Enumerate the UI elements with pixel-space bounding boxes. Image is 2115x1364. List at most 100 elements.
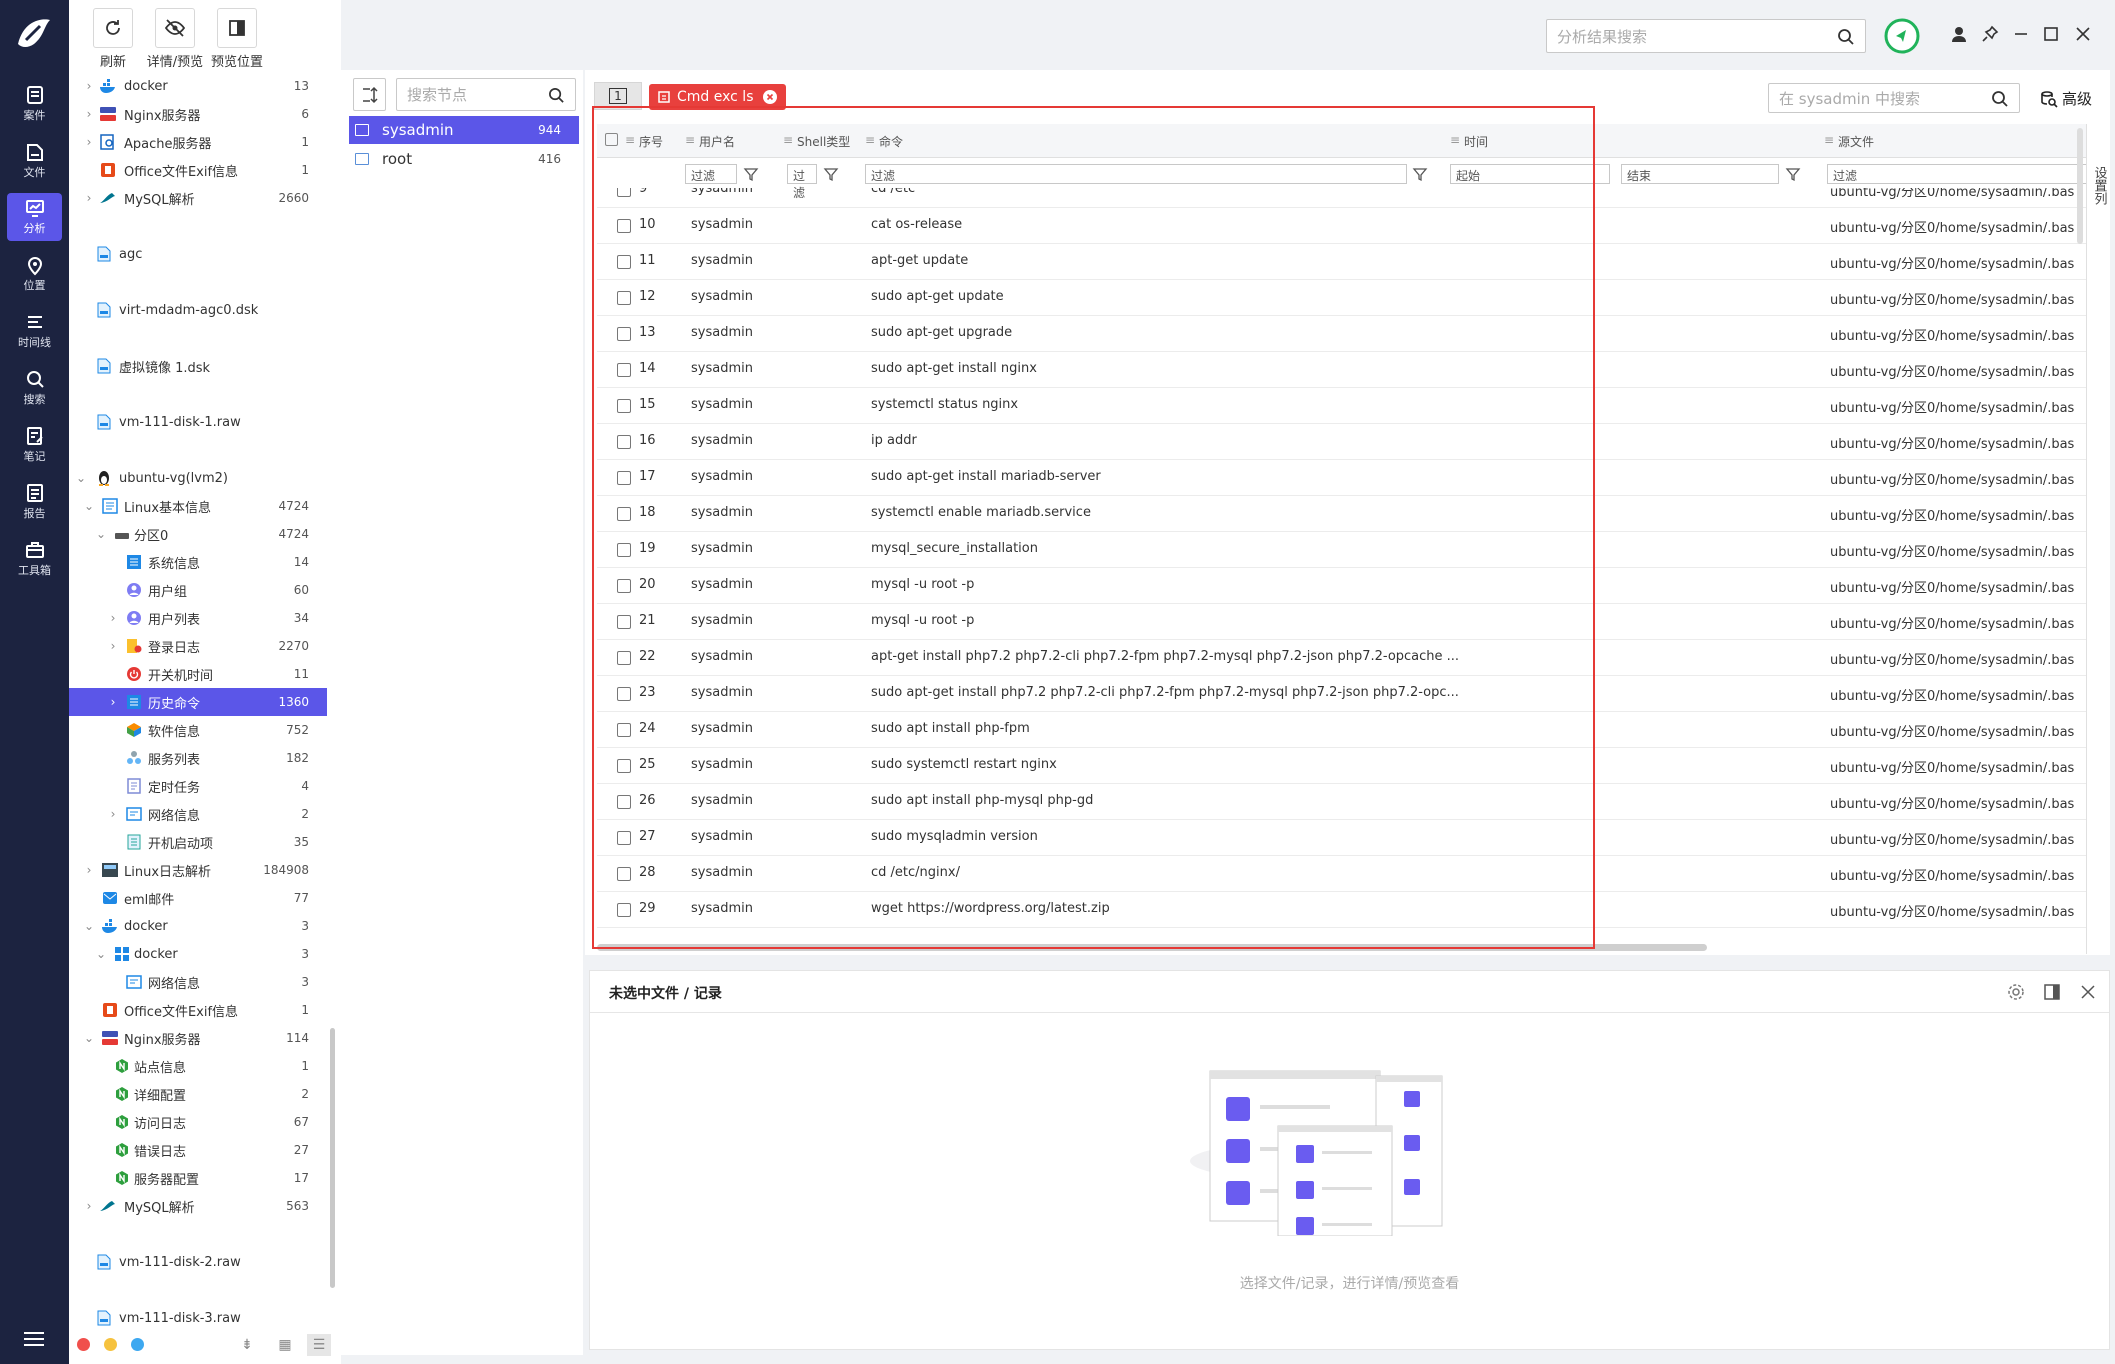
column-settings-tab[interactable]: 设置列 — [2086, 124, 2110, 954]
tree-node[interactable]: › MySQL解析 563 — [69, 1192, 327, 1220]
tree-node[interactable]: 软件信息 752 — [69, 716, 327, 744]
tree-scrollbar[interactable] — [330, 1028, 335, 1288]
tree-node[interactable]: › 用户列表 34 — [69, 604, 327, 632]
global-search-input[interactable]: 分析结果搜索 — [1546, 19, 1866, 53]
chevron-right-icon[interactable]: › — [83, 79, 95, 93]
tree-node[interactable]: 开机启动项 35 — [69, 828, 327, 856]
tree-node[interactable]: 详细配置 2 — [69, 1080, 327, 1108]
rail-item-case[interactable]: 案件 — [7, 80, 62, 128]
tree-node[interactable]: ⌄ docker 3 — [69, 940, 327, 968]
tree-node[interactable]: 服务器配置 17 — [69, 1164, 327, 1192]
close-icon[interactable] — [2079, 983, 2097, 1001]
minimize-icon[interactable] — [2012, 25, 2030, 43]
node-item-root[interactable]: root 416 — [349, 145, 579, 173]
chevron-right-icon[interactable]: › — [107, 639, 119, 653]
gear-icon[interactable] — [2007, 983, 2025, 1001]
advanced-search-button[interactable]: 高级 — [2040, 88, 2092, 109]
tree-node[interactable]: › Apache服务器 1 — [69, 128, 327, 156]
tree-node[interactable]: › docker 13 — [69, 74, 327, 100]
chevron-right-icon[interactable]: › — [83, 107, 95, 121]
tree-node[interactable]: 访问日志 67 — [69, 1108, 327, 1136]
chevron-right-icon[interactable]: › — [83, 191, 95, 205]
tree-node[interactable]: › MySQL解析 2660 — [69, 184, 327, 212]
rail-item-notes[interactable]: 笔记 — [7, 421, 62, 469]
tree-node[interactable]: 用户组 60 — [69, 576, 327, 604]
list-view-icon[interactable]: ☰ — [307, 1334, 331, 1356]
tree-node-count: 4 — [301, 779, 309, 793]
tree-node[interactable]: vm-111-disk-2.raw — [69, 1248, 327, 1276]
detail-preview-button[interactable]: 详情/预览 — [141, 8, 209, 70]
tree-node[interactable]: 站点信息 1 — [69, 1052, 327, 1080]
rail-item-search[interactable]: 搜索 — [7, 364, 62, 412]
chevron-down-icon[interactable]: ⌄ — [95, 947, 107, 961]
tree-node[interactable]: › 网络信息 2 — [69, 800, 327, 828]
preview-position-button[interactable]: 预览位置 — [205, 8, 269, 70]
tree-node[interactable]: 定时任务 4 — [69, 772, 327, 800]
sort-button[interactable] — [353, 78, 386, 111]
rail-item-analysis[interactable]: 分析 — [7, 193, 62, 241]
col-source-header[interactable]: 源文件 — [1838, 133, 1874, 150]
chevron-down-icon[interactable]: ⌄ — [83, 499, 95, 513]
table-search-input[interactable]: 在 sysadmin 中搜索 — [1768, 83, 2020, 113]
search-icon — [99, 133, 117, 151]
node-search-input[interactable]: 搜索节点 — [396, 78, 576, 111]
tag-close-icon[interactable] — [762, 89, 778, 105]
maximize-icon[interactable] — [2042, 25, 2060, 43]
rail-item-files[interactable]: 文件 — [7, 137, 62, 185]
tree-node[interactable]: 网络信息 3 — [69, 968, 327, 996]
tree-node[interactable]: agc — [69, 240, 327, 268]
chevron-right-icon[interactable]: › — [107, 695, 119, 709]
tree-node[interactable]: 服务列表 182 — [69, 744, 327, 772]
rail-item-timeline[interactable]: 时间线 — [7, 307, 62, 355]
tree-node[interactable]: vm-111-disk-1.raw — [69, 408, 327, 436]
hamburger-menu-icon[interactable] — [20, 1328, 48, 1350]
tree-node[interactable]: virt-mdadm-agc0.dsk — [69, 296, 327, 324]
chevron-right-icon[interactable]: › — [83, 863, 95, 877]
tree-node[interactable]: vm-111-disk-3.raw — [69, 1304, 327, 1328]
table-vertical-scrollbar[interactable] — [2077, 128, 2083, 244]
tree-node[interactable]: ⌄ docker 3 — [69, 912, 327, 940]
node-item-sysadmin[interactable]: sysadmin 944 — [349, 116, 579, 144]
tree-node[interactable]: 系统信息 14 — [69, 548, 327, 576]
tree-node[interactable]: ⌄ ubuntu-vg(lvm2) — [69, 464, 327, 492]
tree-node[interactable]: › Linux日志解析 184908 — [69, 856, 327, 884]
docker-icon — [99, 77, 117, 95]
collapse-all-icon[interactable]: ⇟ — [235, 1334, 259, 1356]
tree-node[interactable]: Office文件Exif信息 1 — [69, 996, 327, 1024]
tree-node[interactable]: 虚拟镜像 1.dsk — [69, 352, 327, 380]
chevron-right-icon[interactable]: › — [83, 135, 95, 149]
chevron-right-icon[interactable]: › — [107, 611, 119, 625]
time-end-input[interactable]: 结束 — [1621, 164, 1779, 184]
tree-node[interactable]: eml邮件 77 — [69, 884, 327, 912]
close-icon[interactable] — [2074, 25, 2092, 43]
refresh-button[interactable]: 刷新 — [88, 8, 138, 70]
tree-node[interactable]: 错误日志 27 — [69, 1136, 327, 1164]
status-shield-icon[interactable] — [1884, 18, 1920, 54]
chevron-down-icon[interactable]: ⌄ — [83, 919, 95, 933]
chevron-right-icon[interactable]: › — [107, 807, 119, 821]
chevron-right-icon[interactable]: › — [83, 1199, 95, 1213]
chevron-down-icon[interactable]: ⌄ — [83, 1031, 95, 1045]
tree-node[interactable]: Office文件Exif信息 1 — [69, 156, 327, 184]
tree-node[interactable]: ⌄ Linux基本信息 4724 — [69, 492, 327, 520]
chevron-down-icon[interactable]: ⌄ — [95, 527, 107, 541]
refresh-icon — [106, 20, 120, 35]
funnel-icon[interactable] — [1785, 166, 1801, 182]
rail-item-report[interactable]: 报告 — [7, 478, 62, 526]
pin-icon[interactable] — [1981, 25, 1999, 43]
panel-layout-icon[interactable] — [2043, 983, 2061, 1001]
rail-item-toolbox[interactable]: 工具箱 — [7, 535, 62, 583]
tree-node[interactable]: 开关机时间 11 — [69, 660, 327, 688]
tree-node[interactable]: › 登录日志 2270 — [69, 632, 327, 660]
server-icon — [99, 105, 117, 123]
rail-item-location[interactable]: 位置 — [7, 250, 62, 298]
tree-node[interactable]: › 历史命令 1360 — [69, 688, 327, 716]
office-icon — [99, 161, 117, 179]
source-filter-input[interactable]: 过滤 — [1827, 164, 2087, 184]
tree-node[interactable]: ⌄ 分区0 4724 — [69, 520, 327, 548]
user-icon[interactable] — [1950, 25, 1968, 43]
grid-view-icon[interactable]: ▦ — [273, 1334, 297, 1356]
tree-node[interactable]: › Nginx服务器 6 — [69, 100, 327, 128]
tree-node[interactable]: ⌄ Nginx服务器 114 — [69, 1024, 327, 1052]
chevron-down-icon[interactable]: ⌄ — [75, 471, 87, 485]
